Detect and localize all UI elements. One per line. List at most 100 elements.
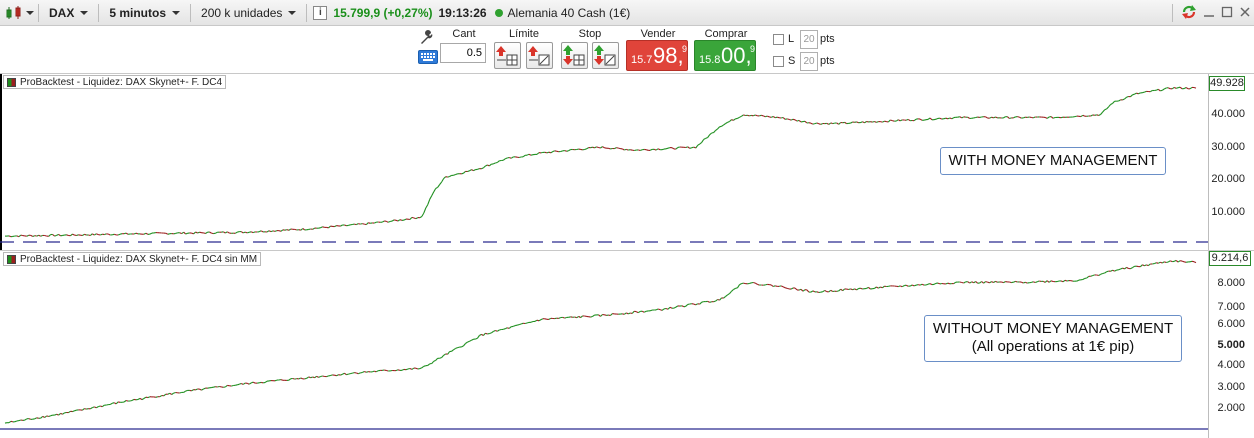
y-tick-label-bold: 5.000 (1217, 339, 1245, 351)
equity-curve-segment (225, 231, 228, 234)
keyboard-icon[interactable] (418, 50, 438, 64)
wrench-icon[interactable] (418, 30, 438, 48)
equity-curve-segment (280, 379, 284, 381)
equity-curve-segment (1173, 86, 1177, 89)
equity-curve-segment (463, 170, 466, 174)
equity-curve-segment (24, 418, 28, 421)
equity-curve-segment (618, 147, 621, 150)
equity-curve-segment (949, 117, 953, 120)
equity-curve-segment (530, 154, 534, 156)
limit-pts-unit: pts (820, 33, 835, 45)
timeframe-dropdown[interactable]: 5 minutos (103, 2, 186, 24)
instrument-label: DAX (49, 5, 75, 20)
y-axis-with-mm[interactable]: 40.000 30.000 20.000 10.000 (1208, 74, 1254, 250)
equity-curve-segment (717, 126, 720, 130)
minimize-icon[interactable] (1200, 3, 1218, 21)
equity-curve-segment (247, 231, 250, 234)
equity-curve-segment (631, 310, 635, 314)
equity-curve-segment (765, 115, 768, 118)
equity-curve-segment (280, 229, 284, 232)
equity-curve-segment (96, 233, 99, 236)
equity-curve-segment (32, 235, 36, 238)
equity-curve-segment (526, 321, 530, 324)
equity-curve-segment (503, 328, 506, 330)
equity-curve-segment (306, 376, 310, 379)
y-axis-without-mm[interactable]: 8.000 7.000 6.000 5.000 4.000 3.000 2.00… (1208, 251, 1254, 438)
equity-curve-segment (721, 124, 724, 127)
stop-pts-unit: pts (820, 55, 835, 67)
equity-curve-segment (737, 284, 740, 289)
equity-curve-segment (862, 121, 865, 124)
equity-curve-segment (304, 377, 307, 380)
equity-curve-segment (707, 300, 710, 303)
equity-curve-segment (1122, 98, 1125, 101)
equity-curve-segment (308, 376, 311, 379)
maximize-icon[interactable] (1218, 3, 1236, 21)
equity-curve-segment (947, 117, 951, 120)
equity-curve-segment (1126, 266, 1129, 269)
equity-curve-segment (397, 369, 401, 371)
equity-curve-segment (294, 228, 297, 231)
equity-curve-segment (1074, 115, 1078, 118)
equity-curve-segment (767, 115, 770, 118)
equity-curve-segment (743, 114, 746, 117)
equity-curve-segment (770, 115, 774, 118)
equity-curve-segment (919, 118, 923, 121)
equity-curve-segment (439, 356, 442, 359)
stop-sell-icon[interactable] (592, 42, 619, 69)
equity-curve-segment (272, 230, 276, 232)
stop-buy-icon[interactable] (561, 42, 588, 69)
equity-curve-segment (898, 285, 901, 288)
equity-curve-segment (828, 289, 832, 293)
limit-pts-input[interactable]: 20 (800, 30, 818, 49)
equity-curve-segment (300, 377, 304, 380)
y-tick-label: 20.000 (1211, 173, 1245, 185)
buy-button[interactable]: 15.8 00, 9 (694, 40, 756, 71)
equity-curve-segment (252, 381, 256, 384)
chart-options-caret[interactable] (26, 10, 34, 15)
candlestick-chart-icon[interactable] (3, 3, 25, 23)
equity-curve-segment (991, 116, 994, 119)
quantity-input[interactable] (440, 43, 486, 63)
equity-curve-segment (364, 370, 367, 373)
equity-curve-segment (56, 233, 59, 236)
equity-curve-segment (782, 117, 786, 120)
stop-pts-input[interactable]: 20 (800, 52, 818, 71)
toolbar-separator (190, 3, 192, 22)
equity-curve-segment (260, 230, 264, 233)
equity-curve-segment (951, 117, 955, 120)
equity-curve-segment (608, 147, 611, 150)
equity-curve-segment (447, 351, 451, 355)
equity-curve-segment (713, 300, 716, 303)
limit-sell-icon[interactable] (526, 42, 553, 69)
equity-curve-segment (340, 373, 343, 376)
equity-curve-segment (510, 156, 514, 159)
close-icon[interactable] (1236, 3, 1254, 21)
equity-curve-segment (493, 330, 496, 332)
equity-curve-segment (131, 398, 135, 401)
equity-curve-segment (42, 415, 45, 418)
equity-curve-segment (1130, 94, 1133, 98)
stop-checkbox-label: S (788, 55, 796, 67)
equity-curve-segment (939, 117, 943, 120)
stop-checkbox[interactable] (773, 56, 784, 67)
equity-curve-segment (36, 234, 39, 237)
equity-curve-segment (554, 150, 557, 152)
info-icon[interactable]: i (313, 5, 328, 20)
equity-curve-segment (536, 319, 540, 322)
instrument-dropdown[interactable]: DAX (43, 2, 94, 24)
equity-curve-segment (147, 396, 151, 399)
sell-button[interactable]: 15.7 98, 9 (626, 40, 688, 71)
equity-curve-segment (1025, 281, 1028, 284)
equity-curve-segment (447, 175, 450, 178)
limit-checkbox[interactable] (773, 34, 784, 45)
refresh-icon[interactable] (1180, 3, 1198, 21)
units-dropdown[interactable]: 200 k unidades (195, 2, 302, 24)
equity-curve-segment (496, 160, 500, 163)
equity-curve-segment (824, 289, 828, 293)
equity-curve-segment (1009, 117, 1012, 120)
limit-buy-icon[interactable] (494, 42, 521, 69)
equity-curve-segment (1146, 264, 1149, 267)
equity-curve-segment (765, 283, 768, 286)
equity-curve-segment (205, 231, 208, 234)
